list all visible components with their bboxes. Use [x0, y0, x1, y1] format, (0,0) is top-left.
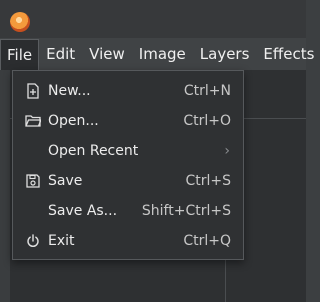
menu-item-save-as[interactable]: Save As... Shift+Ctrl+S — [13, 196, 243, 226]
new-file-icon — [24, 82, 42, 100]
menu-item-label: Save — [48, 173, 83, 189]
menu-item-label: New... — [48, 83, 91, 99]
shortcut-text: Ctrl+N — [183, 83, 231, 99]
menu-bar: File Edit View Image Layers Effects — [0, 38, 314, 70]
menu-effects[interactable]: Effects — [256, 38, 320, 70]
file-menu-dropdown: New... Ctrl+N Open... Ctrl+O Open Recent… — [12, 70, 244, 260]
menu-item-label: Save As... — [48, 203, 118, 219]
menu-item-save[interactable]: Save Ctrl+S — [13, 166, 243, 196]
menu-item-new[interactable]: New... Ctrl+N — [13, 76, 243, 106]
menu-view[interactable]: View — [82, 38, 132, 70]
shortcut-text: Ctrl+Q — [183, 233, 231, 249]
menu-item-open[interactable]: Open... Ctrl+O — [13, 106, 243, 136]
shortcut-text: Shift+Ctrl+S — [141, 203, 231, 219]
app-logo-icon — [10, 12, 30, 32]
power-icon — [24, 232, 42, 250]
menu-layers[interactable]: Layers — [193, 38, 257, 70]
folder-icon — [24, 112, 42, 130]
shortcut-text: Ctrl+O — [183, 113, 231, 129]
menu-item-label: Exit — [48, 233, 75, 249]
menu-edit[interactable]: Edit — [39, 38, 82, 70]
left-panel-edge — [0, 70, 10, 302]
menu-item-open-recent[interactable]: Open Recent › — [13, 136, 243, 166]
menu-item-exit[interactable]: Exit Ctrl+Q — [13, 226, 243, 256]
menu-file[interactable]: File — [0, 39, 40, 70]
menu-item-label: Open... — [48, 113, 99, 129]
menu-item-label: Open Recent — [48, 143, 139, 159]
shortcut-text: Ctrl+S — [185, 173, 231, 189]
save-icon — [24, 172, 42, 190]
chevron-right-icon: › — [224, 143, 230, 159]
menu-image[interactable]: Image — [132, 38, 193, 70]
title-bar — [0, 0, 306, 38]
